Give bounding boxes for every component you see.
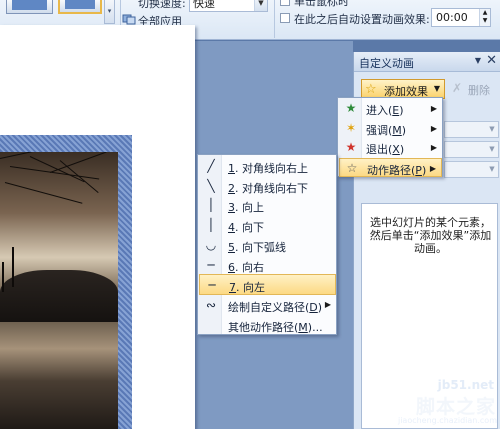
freeform-path-icon: ∾ — [205, 298, 217, 312]
property-select[interactable]: ▼ — [444, 141, 499, 158]
path-menu-item-6[interactable]: ─ 6. 向右 — [199, 255, 336, 276]
submenu-arrow-icon: ▶ — [430, 143, 437, 152]
pane-title-bar: 自定义动画 ▼ ✕ — [354, 52, 500, 72]
path-right-icon: ─ — [207, 257, 215, 272]
arc-down-icon: ◡ — [205, 237, 217, 252]
speed-value: 快速 — [193, 0, 215, 10]
path-menu-label: 2. 对角线向右下 — [228, 181, 308, 195]
add-effect-menu: ★ 进入(E) ▶ ✶ 强调(M) ▶ ★ 退出(X) ▶ ☆ 动作路径(P) ▶ — [337, 97, 443, 177]
path-left-icon: ─ — [208, 278, 216, 293]
pane-menu-icon[interactable]: ▼ — [475, 56, 481, 65]
slide-picture[interactable] — [0, 152, 118, 429]
auto-time-value: 00:00 — [436, 11, 468, 24]
transition-thumbnail-selected[interactable] — [58, 0, 102, 14]
exit-star-icon: ★ — [345, 140, 357, 154]
path-menu-item-5[interactable]: ◡ 5. 向下弧线 — [199, 235, 336, 256]
effect-menu-label: 进入(E) — [366, 104, 404, 117]
apply-all-icon — [122, 14, 136, 25]
start-select[interactable]: ▼ — [444, 121, 499, 138]
spinner-arrows-icon[interactable]: ▲ ▼ — [479, 9, 490, 26]
speed-label: 切换速度: — [138, 0, 186, 10]
path-menu-item-2[interactable]: ╲ 2. 对角线向右下 — [199, 176, 336, 197]
path-menu-label: 1. 对角线向右上 — [228, 162, 308, 175]
path-up-icon: │ — [207, 198, 215, 213]
path-menu-label: 5. 向下弧线 — [228, 240, 286, 254]
diagonal-down-right-icon: ╲ — [207, 178, 215, 193]
speed-select-pane[interactable]: ▼ — [444, 161, 499, 178]
auto-checkbox[interactable] — [280, 13, 290, 23]
submenu-arrow-icon: ▶ — [430, 123, 437, 133]
effect-menu-label: 动作路径(P) — [367, 163, 427, 177]
delete-label: 删除 — [468, 84, 490, 97]
path-menu-label: 6. 向右 — [228, 260, 264, 274]
effect-menu-item-4[interactable]: ☆ 动作路径(P) ▶ — [339, 157, 442, 177]
gallery-more-icon[interactable]: ▾ — [104, 0, 115, 24]
auto-label: 在此之后自动设置动画效果: — [294, 13, 430, 26]
effect-menu-label: 强调(M) — [366, 123, 407, 137]
path-menu-label: 7. 向左 — [229, 281, 265, 295]
path-menu-item-7[interactable]: ─ 7. 向左 — [199, 274, 336, 296]
click-checkbox[interactable] — [280, 0, 290, 6]
motion-path-star-icon: ☆ — [346, 160, 358, 175]
chevron-down-icon: ▼ — [433, 84, 440, 93]
path-down-icon: │ — [207, 218, 215, 233]
motion-path-menu: ╱ 1. 对角线向右上 ╲ 2. 对角线向右下 │ 3. 向上 │ 4. 向下 ◡ 5. 向下弧线… — [197, 154, 337, 335]
path-menu-item-1[interactable]: ╱ 1. 对角线向右上 — [199, 156, 336, 177]
effect-menu-item-3[interactable]: ★ 退出(X) ▶ — [339, 138, 442, 157]
watermark-site: jb51.net — [437, 378, 494, 392]
click-label: 单击鼠标时 — [294, 0, 349, 8]
chevron-down-icon: ▼ — [489, 165, 495, 173]
path-menu-label: 4. 向下 — [228, 221, 264, 235]
auto-time-spinner[interactable]: 00:00 ▲ ▼ — [431, 8, 491, 27]
watermark: jb51.net 脚本之家 jiaocheng.chazidian.com — [398, 373, 500, 429]
other-paths-label: 其他动作路径(M)... — [228, 321, 323, 334]
effect-menu-item-1[interactable]: ★ 进入(E) ▶ — [339, 99, 442, 118]
add-effect-button[interactable]: ☆ 添加效果 ▼ — [361, 79, 445, 99]
draw-custom-label: 绘制自定义路径(D) — [228, 301, 323, 314]
chevron-down-icon: ▼ — [489, 145, 495, 153]
watermark-name: 脚本之家 — [415, 396, 496, 418]
close-icon[interactable]: ✕ — [486, 53, 497, 68]
watermark-url: jiaocheng.chazidian.com — [397, 416, 497, 425]
speed-select[interactable]: 快速 ▼ — [189, 0, 268, 12]
animation-hint: 选中幻灯片的某个元素，然后单击“添加效果”添加动画。 — [369, 216, 492, 255]
pane-title: 自定义动画 — [359, 57, 414, 70]
other-motion-paths-item[interactable]: 其他动作路径(M)... — [199, 315, 336, 336]
transition-thumbnail[interactable] — [6, 0, 53, 14]
submenu-arrow-icon: ▶ — [324, 300, 331, 309]
diagonal-up-right-icon: ╱ — [207, 159, 215, 173]
path-menu-item-3[interactable]: │ 3. 向上 — [199, 195, 336, 216]
add-effect-star-icon: ☆ — [365, 82, 377, 97]
effect-menu-item-2[interactable]: ✶ 强调(M) ▶ — [339, 119, 442, 138]
draw-custom-path-item[interactable]: ∾ 绘制自定义路径(D) ▶ — [199, 295, 336, 316]
chevron-down-icon[interactable]: ▼ — [254, 0, 267, 11]
delete-button[interactable]: ✗ 删除 — [449, 79, 497, 99]
delete-icon: ✗ — [452, 81, 463, 95]
path-menu-item-4[interactable]: │ 4. 向下 — [199, 215, 336, 236]
chevron-down-icon: ▼ — [489, 125, 495, 133]
emphasis-star-icon: ✶ — [345, 120, 357, 135]
entrance-star-icon: ★ — [345, 101, 357, 115]
path-menu-label: 3. 向上 — [228, 201, 264, 215]
submenu-arrow-icon: ▶ — [430, 104, 437, 113]
effect-menu-label: 退出(X) — [366, 143, 405, 156]
submenu-arrow-icon: ▶ — [429, 163, 436, 173]
